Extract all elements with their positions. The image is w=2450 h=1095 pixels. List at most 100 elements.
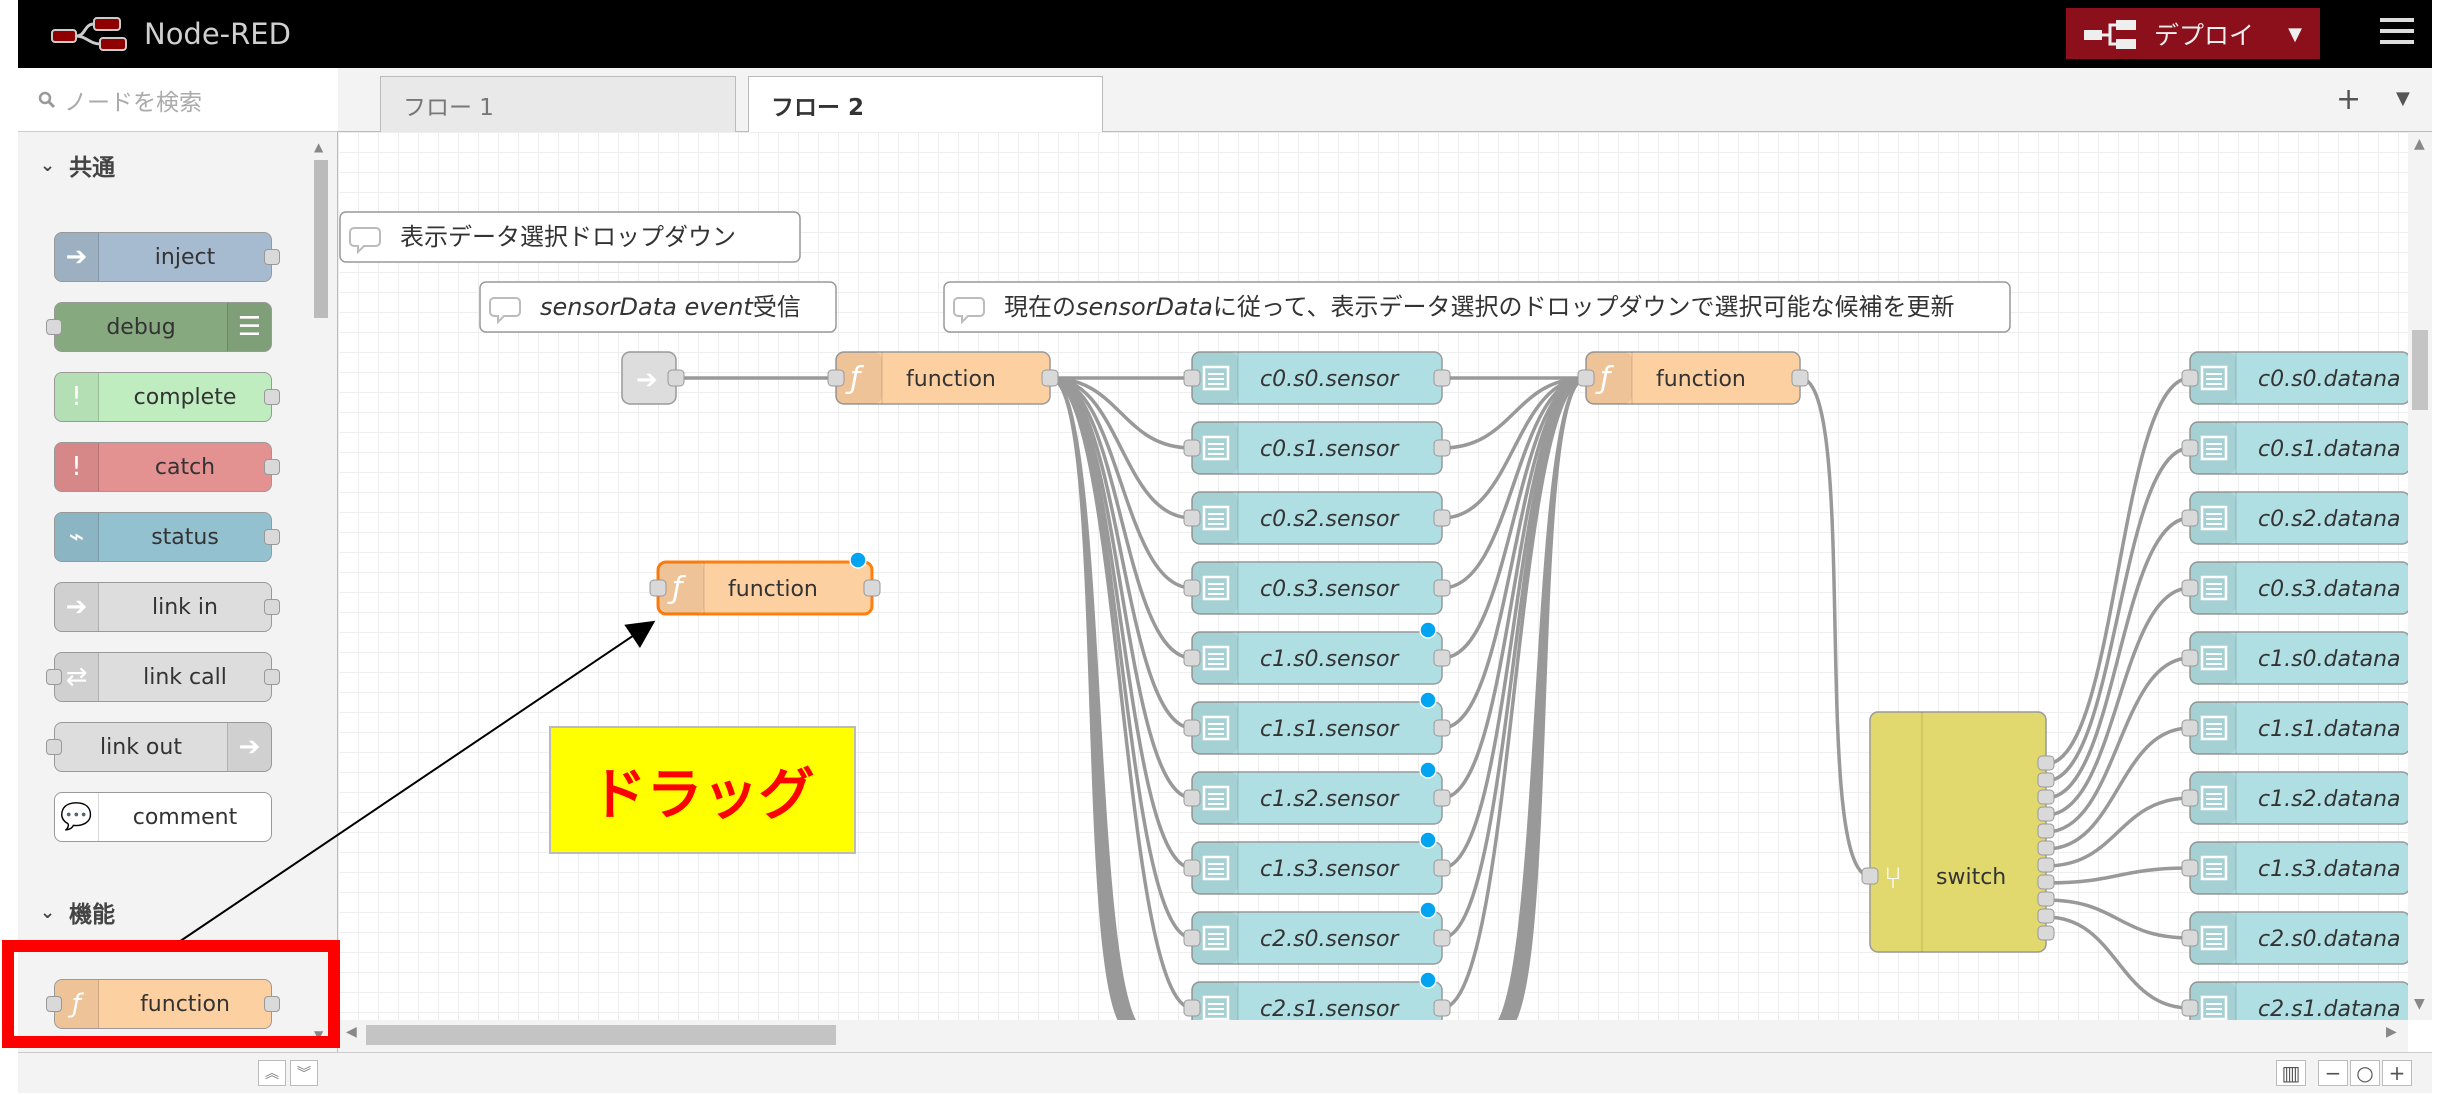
input-port[interactable]	[2181, 439, 2199, 457]
output-port[interactable]	[264, 599, 280, 615]
datana-template-node[interactable]: c0.s0.datana	[2181, 351, 2408, 405]
input-port[interactable]	[827, 369, 845, 387]
output-port[interactable]	[2037, 772, 2055, 788]
datana-template-node[interactable]: c0.s3.datana	[2181, 561, 2408, 615]
input-port[interactable]	[46, 739, 62, 755]
datana-template-node[interactable]: c2.s0.datana	[2181, 911, 2408, 965]
input-port[interactable]	[2181, 719, 2199, 737]
sensor-template-node[interactable]: c1.s1.sensor	[1183, 691, 1451, 755]
input-port[interactable]	[1183, 439, 1201, 457]
datana-template-node[interactable]: c2.s1.datana	[2181, 981, 2408, 1020]
output-port[interactable]	[2037, 755, 2055, 771]
switch-node[interactable]: ⑂ switch	[1861, 711, 2055, 953]
flow-workspace[interactable]: 表示データ選択ドロップダウン sensorData event受信 現在のsenso…	[338, 132, 2408, 1020]
tab-flow-2[interactable]: フロー 2	[748, 76, 1103, 133]
input-port[interactable]	[1183, 509, 1201, 527]
function-node-2[interactable]: ƒ function	[1577, 351, 1809, 405]
output-port[interactable]	[2037, 857, 2055, 873]
output-port[interactable]	[2037, 823, 2055, 839]
scroll-left-arrow-icon[interactable]: ◀	[346, 1024, 357, 1040]
tab-flow-1[interactable]: フロー 1	[380, 76, 736, 132]
wire[interactable]	[1049, 376, 1193, 1010]
output-port[interactable]	[264, 529, 280, 545]
palette-node-link-call[interactable]: ⇄ link call	[46, 652, 280, 702]
sensor-template-node[interactable]: c0.s3.sensor	[1183, 561, 1451, 615]
input-port[interactable]	[46, 319, 62, 335]
input-port[interactable]	[1183, 789, 1201, 807]
output-port[interactable]	[1433, 509, 1451, 527]
palette-node-catch[interactable]: ! catch	[54, 442, 280, 492]
wire[interactable]	[1441, 376, 1587, 730]
output-port[interactable]	[1433, 439, 1451, 457]
palette-node-complete[interactable]: ! complete	[54, 372, 280, 422]
wire[interactable]	[1799, 376, 1871, 878]
output-port[interactable]	[1433, 369, 1451, 387]
datana-template-node[interactable]: c0.s2.datana	[2181, 491, 2408, 545]
output-port[interactable]	[2037, 908, 2055, 924]
sensor-template-node[interactable]: c1.s3.sensor	[1183, 831, 1451, 895]
zoom-in-icon[interactable]: +	[2382, 1060, 2412, 1086]
sensor-template-node[interactable]: c1.s0.sensor	[1183, 621, 1451, 685]
comment-node[interactable]: sensorData event受信	[479, 281, 837, 333]
scroll-right-arrow-icon[interactable]: ▶	[2386, 1024, 2397, 1040]
input-port[interactable]	[1183, 649, 1201, 667]
output-port[interactable]	[2037, 840, 2055, 856]
navigator-map-icon[interactable]: ▥	[2276, 1060, 2306, 1086]
palette-scroll-thumb[interactable]	[314, 160, 328, 318]
main-menu-hamburger-icon[interactable]	[2380, 18, 2414, 48]
workspace-vertical-scrollbar[interactable]	[2408, 132, 2432, 1020]
sensor-template-node[interactable]: c0.s2.sensor	[1183, 491, 1451, 545]
palette-node-inject[interactable]: ➔ inject	[54, 232, 280, 282]
sensor-template-node[interactable]: c2.s0.sensor	[1183, 901, 1451, 965]
palette-node-status[interactable]: ⌁ status	[54, 512, 280, 562]
link-in-node[interactable]: ➔	[621, 351, 685, 405]
palette-node-comment[interactable]: 💬 comment	[54, 792, 272, 842]
input-port[interactable]	[1183, 579, 1201, 597]
output-port[interactable]	[1041, 369, 1059, 387]
output-port[interactable]	[863, 579, 881, 597]
output-port[interactable]	[1433, 649, 1451, 667]
deploy-button[interactable]: デプロイ ▼	[2066, 8, 2320, 59]
input-port[interactable]	[2181, 859, 2199, 877]
wire[interactable]	[1049, 376, 1193, 730]
palette-category-common[interactable]: ⌄ 共通	[18, 135, 314, 195]
expand-all-icon[interactable]: ︾	[290, 1060, 318, 1086]
search-input-placeholder[interactable]: ノードを検索	[64, 83, 202, 117]
output-port[interactable]	[1433, 719, 1451, 737]
input-port[interactable]	[2181, 369, 2199, 387]
comment-node[interactable]: 現在のsensorDataに従って、表示データ選択のドロップダウンで選択可能な候…	[943, 281, 2011, 333]
datana-template-node[interactable]: c0.s1.datana	[2181, 421, 2408, 475]
tab-menu-chevron-icon[interactable]: ▼	[2396, 88, 2410, 109]
palette-search[interactable]: ノードを検索	[18, 68, 338, 132]
input-port[interactable]	[649, 579, 667, 597]
comment-node[interactable]: 表示データ選択ドロップダウン	[339, 211, 801, 263]
output-port[interactable]	[2037, 874, 2055, 890]
output-port[interactable]	[264, 249, 280, 265]
output-port[interactable]	[1433, 929, 1451, 947]
datana-template-node[interactable]: c1.s3.datana	[2181, 841, 2408, 895]
deploy-menu-chevron-icon[interactable]: ▼	[2288, 24, 2302, 45]
input-port[interactable]	[2181, 649, 2199, 667]
input-port[interactable]	[2181, 999, 2199, 1017]
wire[interactable]	[2045, 866, 2191, 885]
palette-node-debug[interactable]: debug ☰	[46, 302, 272, 352]
zoom-out-icon[interactable]: −	[2318, 1060, 2348, 1086]
output-port[interactable]	[2037, 806, 2055, 822]
input-port[interactable]	[1183, 999, 1201, 1017]
horizontal-scroll-thumb[interactable]	[366, 1025, 836, 1045]
palette-node-link-in[interactable]: ➔ link in	[54, 582, 280, 632]
input-port[interactable]	[2181, 509, 2199, 527]
sensor-template-node[interactable]: c0.s0.sensor	[1183, 351, 1451, 405]
wire[interactable]	[1441, 376, 1587, 800]
output-port[interactable]	[1433, 859, 1451, 877]
output-port[interactable]	[2037, 789, 2055, 805]
sensor-template-node[interactable]: c0.s1.sensor	[1183, 421, 1451, 475]
function-node-new[interactable]: ƒ function	[649, 551, 881, 616]
input-port[interactable]	[46, 669, 62, 685]
sensor-template-node[interactable]: c2.s1.sensor	[1183, 971, 1451, 1020]
input-port[interactable]	[1861, 867, 1879, 885]
palette-node-link-out[interactable]: link out ➔	[46, 722, 272, 772]
input-port[interactable]	[2181, 579, 2199, 597]
input-port[interactable]	[2181, 789, 2199, 807]
output-port[interactable]	[2037, 891, 2055, 907]
